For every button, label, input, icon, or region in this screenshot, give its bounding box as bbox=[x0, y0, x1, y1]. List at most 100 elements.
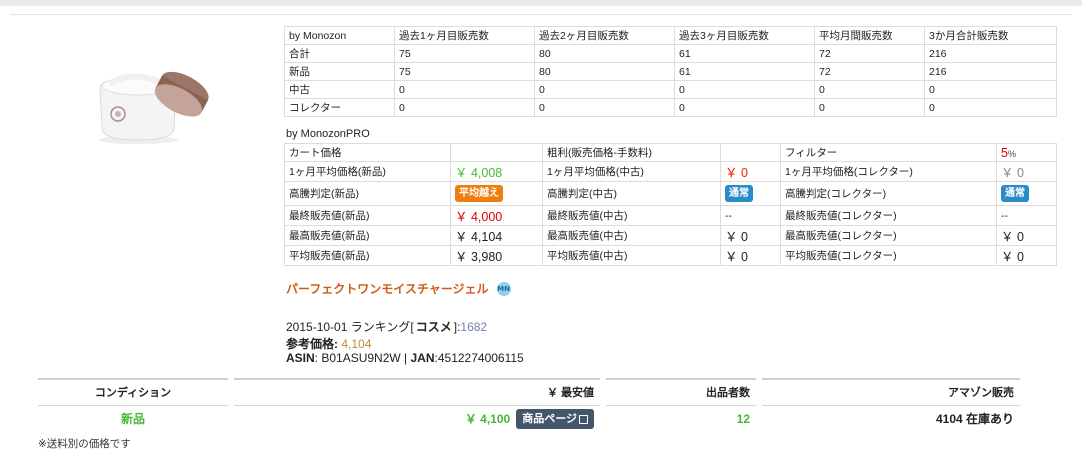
table-header: by Monozon bbox=[284, 26, 395, 45]
table-cell: ￥ 0 bbox=[720, 225, 781, 246]
table-header: 過去3ヶ月目販売数 bbox=[674, 26, 815, 45]
filter-percent: 5 bbox=[1001, 145, 1008, 160]
price-value-row: ￥ 4,100 商品ページ bbox=[234, 406, 600, 432]
table-cell: ￥ 0 bbox=[720, 161, 781, 182]
max-price-new: ￥ 4,104 bbox=[455, 230, 503, 244]
product-page-button[interactable]: 商品ページ bbox=[516, 409, 594, 429]
table-row: 最終販売値(新品) ￥ 4,000 最終販売値(中古) -- 最終販売値(コレク… bbox=[284, 205, 1057, 226]
table-cell: ￥ 0 bbox=[720, 245, 781, 266]
table-cell: 61 bbox=[674, 44, 815, 63]
table-row: 合計 75 80 61 72 216 bbox=[284, 44, 1057, 63]
amazon-stock: 4104 在庫あり bbox=[935, 412, 1014, 426]
table-cell: ￥ 0 bbox=[996, 245, 1057, 266]
amazon-header: アマゾン販売 bbox=[762, 380, 1020, 406]
avg-price-new: ￥ 4,008 bbox=[455, 166, 503, 180]
sellers-header: 出品者数 bbox=[606, 380, 756, 406]
table-row: 1ヶ月平均価格(新品) ￥ 4,008 1ヶ月平均価格(中古) ￥ 0 1ヶ月平… bbox=[284, 161, 1057, 182]
table-cell: 合計 bbox=[284, 44, 395, 63]
table-cell: 0 bbox=[924, 80, 1057, 99]
external-link-icon[interactable] bbox=[579, 414, 588, 424]
table-row: コレクター 0 0 0 0 0 bbox=[284, 98, 1057, 117]
table-row: 平均販売値(新品) ￥ 3,980 平均販売値(中古) ￥ 0 平均販売値(コレ… bbox=[284, 245, 1057, 266]
sellers-count[interactable]: 12 bbox=[606, 406, 756, 432]
ranking-category: コスメ bbox=[415, 320, 452, 334]
table-header-row: by Monozon 過去1ヶ月目販売数 過去2ヶ月目販売数 過去3ヶ月目販売数… bbox=[284, 26, 1057, 45]
table-cell: 75 bbox=[394, 62, 535, 81]
table-cell: 1ヶ月平均価格(新品) bbox=[284, 161, 451, 182]
table-cell: 最高販売値(コレクター) bbox=[780, 225, 997, 246]
avg-sale-used: ￥ 0 bbox=[725, 250, 748, 264]
table-cell: ￥ 4,000 bbox=[450, 205, 543, 226]
table-cell bbox=[720, 143, 781, 162]
price-header: ￥ 最安値 bbox=[234, 380, 600, 406]
profit-label: 粗利(販売価格-手数料) bbox=[542, 143, 721, 162]
table-cell: 1ヶ月平均価格(コレクター) bbox=[780, 161, 997, 182]
table-cell: 平均販売値(新品) bbox=[284, 245, 451, 266]
avg-sale-collector: ￥ 0 bbox=[1001, 250, 1024, 264]
avg-sale-new: ￥ 3,980 bbox=[455, 250, 503, 264]
table-cell: 最高販売値(新品) bbox=[284, 225, 451, 246]
table-header: 過去1ヶ月目販売数 bbox=[394, 26, 535, 45]
table-cell: 平均販売値(中古) bbox=[542, 245, 721, 266]
table-cell: 216 bbox=[924, 44, 1057, 63]
ref-price-line: 参考価格: 4,104 bbox=[286, 335, 371, 352]
table-cell: 0 bbox=[674, 98, 815, 117]
amazon-column: アマゾン販売 4104 在庫あり bbox=[762, 378, 1020, 434]
table-cell: 最終販売値(新品) bbox=[284, 205, 451, 226]
product-title[interactable]: パーフェクトワンモイスチャージェル bbox=[286, 280, 489, 297]
filter-value: 5% bbox=[996, 143, 1057, 162]
product-title-link[interactable]: パーフェクトワンモイスチャージェル MN bbox=[286, 280, 511, 297]
table-cell: 80 bbox=[534, 44, 675, 63]
max-price-used: ￥ 0 bbox=[725, 230, 748, 244]
table-cell: 0 bbox=[394, 98, 535, 117]
table-header: 過去2ヶ月目販売数 bbox=[534, 26, 675, 45]
table-header-row: カート価格 粗利(販売価格-手数料) フィルター 5% bbox=[284, 143, 1057, 162]
jan-value: :4512274006115 bbox=[434, 351, 524, 365]
price-column: ￥ 最安値 ￥ 4,100 商品ページ bbox=[234, 378, 600, 434]
table-cell: 平均越え bbox=[450, 181, 543, 206]
table-cell: 61 bbox=[674, 62, 815, 81]
monozon-sales-table: by Monozon 過去1ヶ月目販売数 過去2ヶ月目販売数 過去3ヶ月目販売数… bbox=[284, 26, 1057, 117]
sellers-column: 出品者数 12 bbox=[606, 378, 756, 434]
mn-icon[interactable]: MN bbox=[496, 281, 511, 296]
table-cell: 72 bbox=[814, 44, 925, 63]
table-row: 新品 75 80 61 72 216 bbox=[284, 62, 1057, 81]
table-cell: 0 bbox=[924, 98, 1057, 117]
table-cell: ￥ 4,008 bbox=[450, 161, 543, 182]
last-price-new: ￥ 4,000 bbox=[455, 210, 503, 224]
status-badge: 平均越え bbox=[455, 185, 503, 202]
table-cell: 80 bbox=[534, 62, 675, 81]
condition-header: コンディション bbox=[38, 380, 228, 406]
table-cell: 高騰判定(コレクター) bbox=[780, 181, 997, 206]
table-cell: 0 bbox=[534, 98, 675, 117]
table-row: 最高販売値(新品) ￥ 4,104 最高販売値(中古) ￥ 0 最高販売値(コレ… bbox=[284, 225, 1057, 246]
table-cell: 平均販売値(コレクター) bbox=[780, 245, 997, 266]
table-row: 高騰判定(新品) 平均越え 高騰判定(中古) 通常 高騰判定(コレクター) 通常 bbox=[284, 181, 1057, 206]
table-cell: 75 bbox=[394, 44, 535, 63]
table-cell: 0 bbox=[814, 80, 925, 99]
table-header: 3か月合計販売数 bbox=[924, 26, 1057, 45]
max-price-collector: ￥ 0 bbox=[1001, 230, 1024, 244]
table-cell: 1ヶ月平均価格(中古) bbox=[542, 161, 721, 182]
table-cell: 中古 bbox=[284, 80, 395, 99]
table-cell: 0 bbox=[394, 80, 535, 99]
product-page-label[interactable]: 商品ページ bbox=[522, 409, 577, 429]
table-cell: 通常 bbox=[720, 181, 781, 206]
table-cell: 高騰判定(新品) bbox=[284, 181, 451, 206]
table-cell: 通常 bbox=[996, 181, 1057, 206]
footnote: ※送料別の価格です bbox=[38, 438, 131, 450]
table-cell bbox=[450, 143, 543, 162]
table-cell: 新品 bbox=[284, 62, 395, 81]
table-cell: 最終販売値(中古) bbox=[542, 205, 721, 226]
product-image bbox=[98, 71, 209, 144]
table-cell: 最終販売値(コレクター) bbox=[780, 205, 997, 226]
status-badge: 通常 bbox=[1001, 185, 1029, 202]
table-cell: 72 bbox=[814, 62, 925, 81]
table-header: 平均月間販売数 bbox=[814, 26, 925, 45]
asin-label: ASIN bbox=[286, 351, 315, 365]
monozon-pro-table: カート価格 粗利(販売価格-手数料) フィルター 5% 1ヶ月平均価格(新品) … bbox=[284, 143, 1057, 266]
table-cell: 216 bbox=[924, 62, 1057, 81]
ref-price-label: 参考価格: bbox=[286, 337, 338, 351]
avg-price-collector: ￥ 0 bbox=[1001, 166, 1024, 180]
table-cell: 0 bbox=[534, 80, 675, 99]
